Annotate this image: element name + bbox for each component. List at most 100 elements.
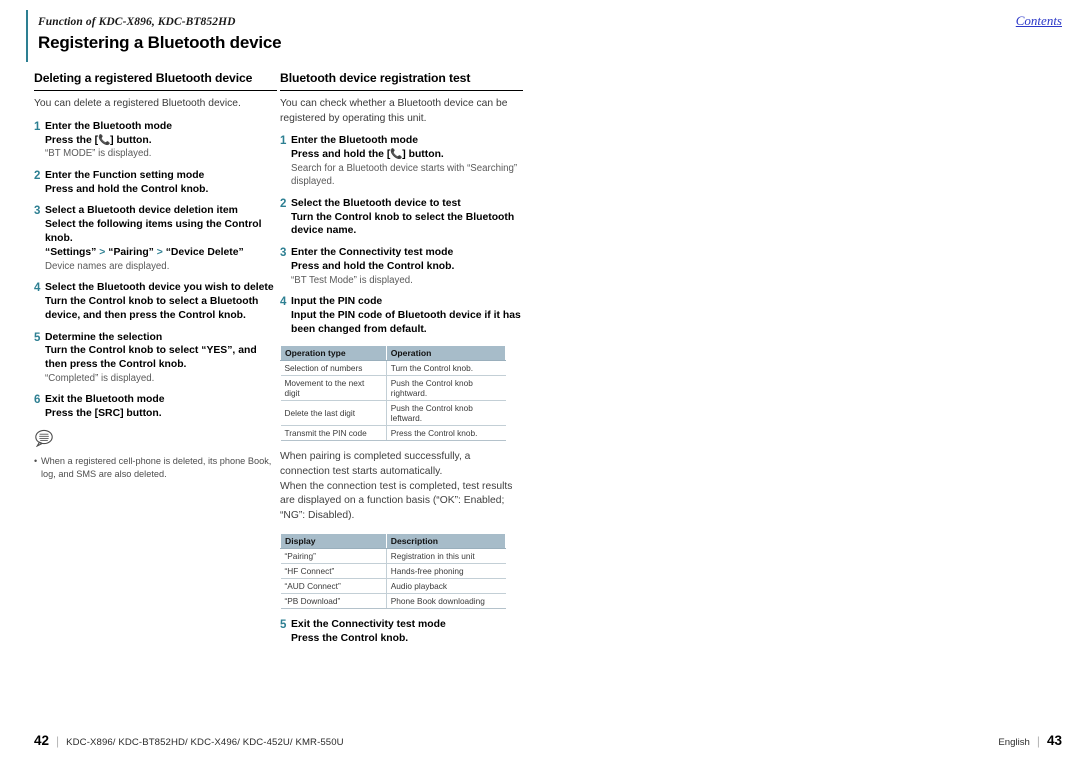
footer-right: English | 43 [998, 733, 1062, 748]
table-cell: Hands-free phoning [386, 563, 506, 580]
note-bullet-text: When a registered cell-phone is deleted,… [41, 456, 272, 480]
step-note: “BT MODE” is displayed. [45, 148, 152, 160]
step-number: 2 [34, 169, 41, 182]
footer-model-list: KDC-X896/ KDC-BT852HD/ KDC-X496/ KDC-452… [66, 737, 344, 748]
table-cell: Push the Control knob rightward. [386, 375, 506, 401]
table-cell: Selection of numbers [280, 360, 387, 376]
footer-page-number-right: 43 [1046, 733, 1062, 748]
step-action: Press the [SRC] button. [45, 408, 162, 420]
footer-language: English [998, 737, 1030, 748]
table-row: Transmit the PIN code Press the Control … [280, 425, 506, 441]
pairing-paragraph-line-1: When pairing is completed successfully, … [280, 450, 471, 477]
footer-left: 42 | KDC-X896/ KDC-BT852HD/ KDC-X496/ KD… [34, 733, 344, 748]
pairing-paragraph-line-2: When the connection test is completed, t… [280, 480, 513, 522]
step-note: “BT Test Mode” is displayed. [291, 274, 413, 286]
table-row: “PB Download” Phone Book downloading [280, 593, 506, 610]
table-header-cell: Display [280, 533, 387, 550]
contents-link[interactable]: Contents [1016, 13, 1062, 29]
right-column: Bluetooth device registration test You c… [280, 70, 523, 654]
step-title: Exit the Connectivity test mode [291, 619, 446, 631]
step-action-pre: Press the [ [45, 134, 99, 146]
phone-icon: 📞 [390, 149, 403, 161]
step-item: 4 Select the Bluetooth device you wish t… [34, 281, 277, 322]
footer-divider: | [56, 734, 60, 748]
note-block: • When a registered cell-phone is delete… [34, 429, 277, 482]
table-row: “HF Connect” Hands-free phoning [280, 563, 506, 580]
table-cell: “HF Connect” [280, 563, 387, 580]
step-item: 1 Enter the Bluetooth mode Press and hol… [280, 134, 523, 188]
menu-path-item: “Settings” [45, 246, 97, 258]
table-cell: Push the Control knob leftward. [386, 400, 506, 426]
step-title: Determine the selection [45, 331, 163, 343]
step-action-pre: Press and hold the [ [291, 149, 391, 161]
bullet-dot: • [34, 456, 38, 467]
table-cell: “PB Download” [280, 593, 387, 610]
step-note: Device names are displayed. [45, 260, 170, 272]
display-table: Display Description “Pairing” Registrati… [280, 533, 507, 610]
step-number: 1 [34, 120, 41, 133]
step-number: 4 [34, 282, 41, 295]
menu-path-item: “Device Delete” [165, 246, 244, 258]
step-title: Enter the Bluetooth mode [45, 120, 172, 132]
step-action-post: ] button. [110, 134, 152, 146]
step-number: 3 [34, 205, 41, 218]
step-action: Press the [📞] button. [45, 134, 277, 148]
step-number: 1 [280, 135, 287, 148]
table-row: Delete the last digit Push the Control k… [280, 400, 506, 426]
step-item: 2 Select the Bluetooth device to test Tu… [280, 197, 523, 238]
step-number: 4 [280, 296, 287, 309]
table-cell: “AUD Connect” [280, 578, 387, 595]
step-title: Exit the Bluetooth mode [45, 394, 165, 406]
table-cell: Movement to the next digit [280, 375, 387, 401]
table-row: Movement to the next digit Push the Cont… [280, 375, 506, 401]
step-action: Input the PIN code of Bluetooth device i… [291, 310, 521, 335]
footer-page-number-left: 42 [34, 733, 50, 748]
table-header-row: Display Description [280, 533, 507, 550]
page-title: Registering a Bluetooth device [38, 33, 282, 52]
step-action: Select the following items using the Con… [45, 219, 262, 245]
step-title: Select the Bluetooth device to test [291, 197, 461, 209]
phone-icon: 📞 [98, 134, 111, 146]
step-title: Enter the Bluetooth mode [291, 135, 418, 147]
step-action: Turn the Control knob to select “YES”, a… [45, 345, 257, 371]
right-heading-rule [280, 90, 523, 92]
step-number: 5 [34, 331, 41, 344]
menu-path-separator: > [156, 246, 163, 258]
step-note: Search for a Bluetooth device starts wit… [291, 162, 518, 188]
table-cell: Phone Book downloading [386, 593, 506, 610]
step-action: Press and hold the Control knob. [45, 183, 209, 195]
table-cell: Press the Control knob. [386, 425, 506, 441]
left-heading-rule [34, 90, 277, 92]
table-row: “AUD Connect” Audio playback [280, 578, 506, 595]
table-header-cell: Operation [385, 344, 507, 361]
step-item: 4 Input the PIN code Input the PIN code … [280, 295, 523, 336]
pairing-paragraph: When pairing is completed successfully, … [280, 450, 523, 525]
step-number: 2 [280, 197, 287, 210]
step-title: Enter the Connectivity test mode [291, 247, 454, 259]
table-cell: Transmit the PIN code [280, 425, 387, 441]
table-header-cell: Operation type [280, 344, 387, 361]
table-cell: Turn the Control knob. [386, 360, 506, 376]
left-column: Deleting a registered Bluetooth device Y… [34, 70, 277, 482]
step-action: Turn the Control knob to select the Blue… [291, 211, 515, 237]
step-item: 5 Exit the Connectivity test mode Press … [280, 618, 523, 646]
table-cell: “Pairing” [280, 548, 387, 565]
step-item: 6 Exit the Bluetooth mode Press the [SRC… [34, 393, 277, 421]
right-intro-text: You can check whether a Bluetooth device… [280, 98, 508, 124]
step-title: Enter the Function setting mode [45, 169, 205, 181]
step-title: Select a Bluetooth device deletion item [45, 205, 238, 217]
table-row: “Pairing” Registration in this unit [280, 548, 506, 565]
step-action-post: ] button. [402, 149, 444, 161]
page-accent-bar [26, 10, 28, 62]
operation-table: Operation type Operation Selection of nu… [280, 344, 507, 441]
table-cell: Registration in this unit [386, 548, 506, 565]
step-number: 3 [280, 247, 287, 260]
note-bubble-icon [35, 429, 53, 448]
footer-divider: | [1036, 734, 1040, 748]
step-menu-path: “Settings” > “Pairing” > “Device Delete” [45, 246, 277, 260]
right-section-heading: Bluetooth device registration test [280, 71, 471, 85]
step-item: 1 Enter the Bluetooth mode Press the [📞]… [34, 120, 277, 161]
table-row: Selection of numbers Turn the Control kn… [280, 360, 506, 376]
step-number: 6 [34, 394, 41, 407]
step-item: 3 Enter the Connectivity test mode Press… [280, 246, 523, 287]
